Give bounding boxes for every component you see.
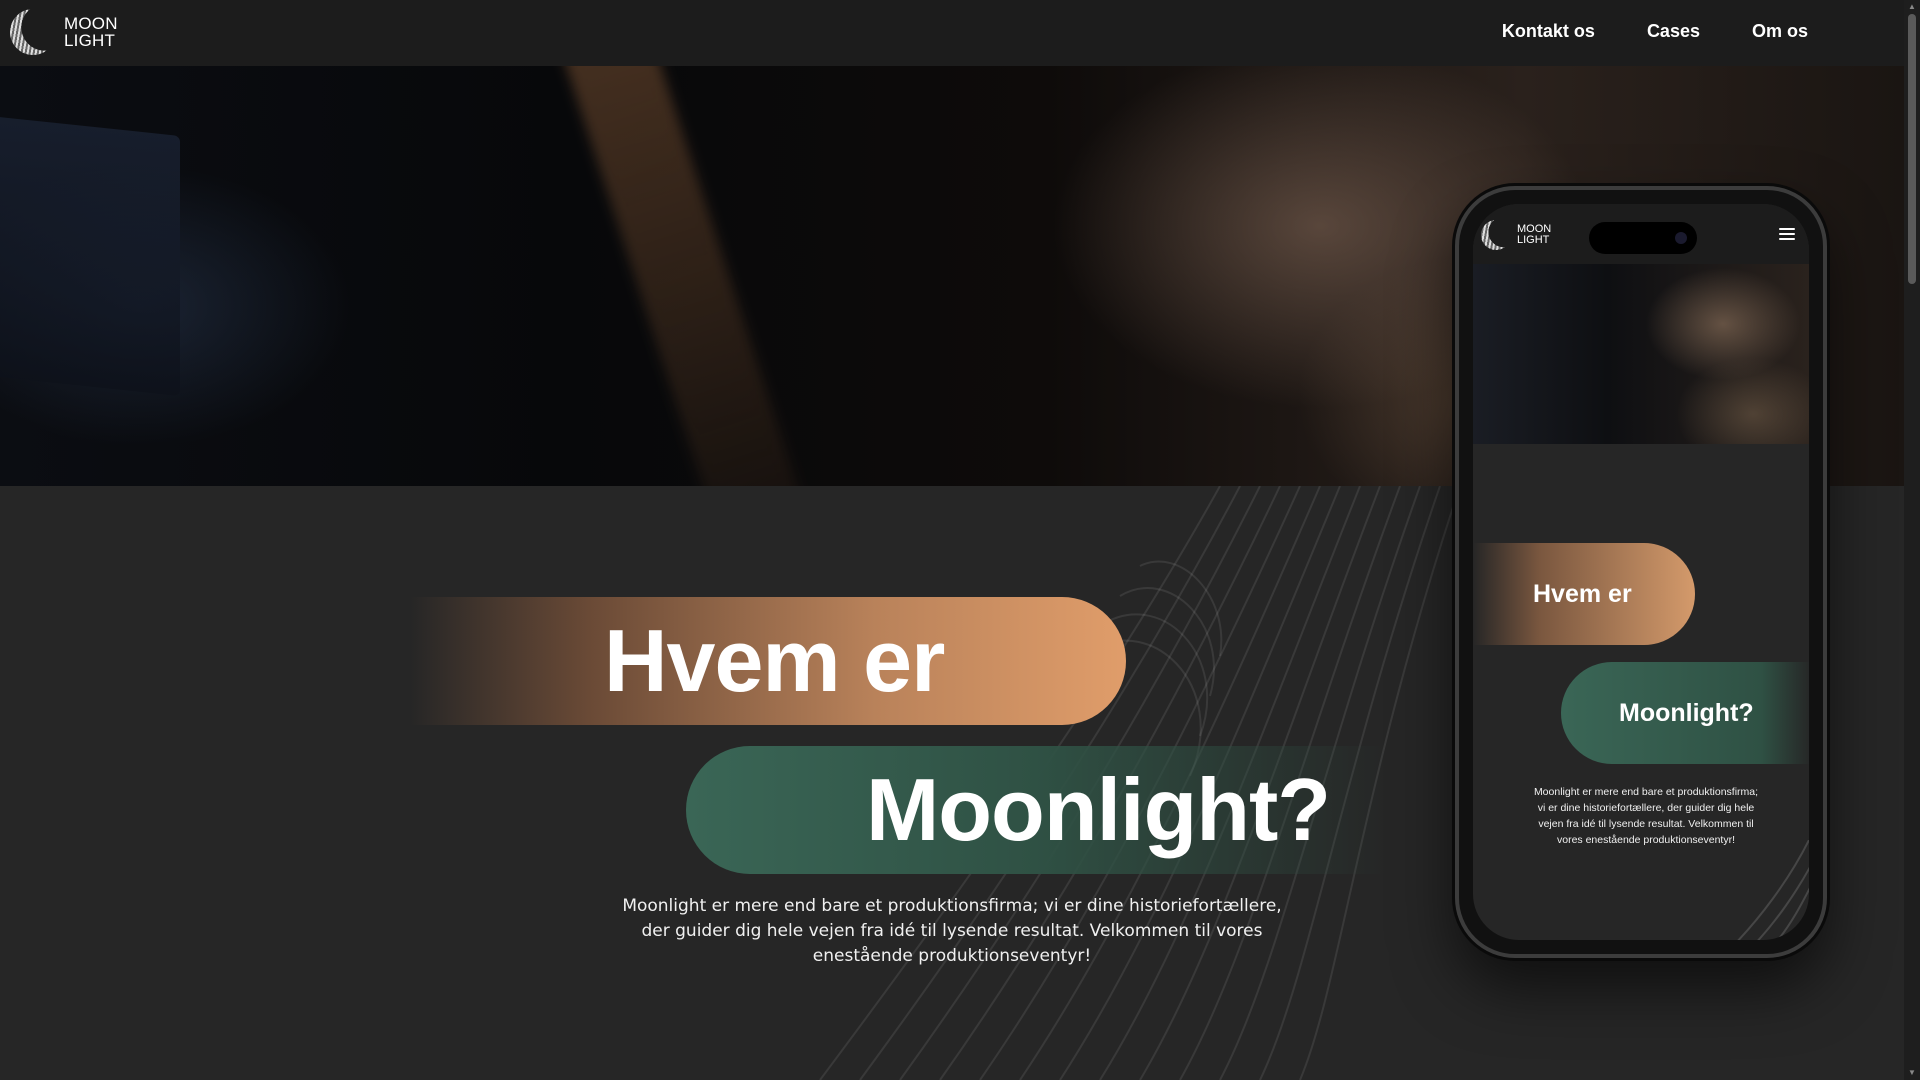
nav-links: Kontakt os Cases Om os — [1502, 21, 1808, 42]
phone-moon-logo-icon — [1481, 220, 1511, 250]
phone-logo-line-2: LIGHT — [1517, 234, 1550, 246]
nav-link-cases[interactable]: Cases — [1647, 21, 1700, 42]
hero-light-beam — [561, 66, 809, 486]
logo-text: MOON LIGHT — [64, 15, 118, 49]
headline-line-2: Moonlight? — [866, 760, 1331, 859]
phone-logo-text: MOON LIGHT — [1517, 224, 1551, 246]
scroll-thumb[interactable] — [1908, 14, 1916, 284]
top-nav: MOON LIGHT Kontakt os Cases Om os — [0, 0, 1904, 66]
hamburger-menu-icon — [1779, 228, 1795, 240]
headline-pill-green: Moonlight? — [686, 746, 1386, 874]
phone-hero-image — [1473, 264, 1809, 444]
hero-monitor-shape — [0, 116, 180, 396]
nav-link-om-os[interactable]: Om os — [1752, 21, 1808, 42]
phone-headline-pill-orange: Hvem er — [1473, 543, 1695, 645]
phone-screen: MOON LIGHT Hvem er Moonlight? Moonlight … — [1473, 204, 1809, 940]
phone-wave-decoration — [1737, 840, 1809, 940]
phone-headline-line-1: Hvem er — [1533, 579, 1632, 608]
page-scrollbar[interactable]: ▲ ▼ — [1904, 0, 1920, 1080]
headline-line-1: Hvem er — [604, 611, 945, 710]
phone-header: MOON LIGHT — [1473, 204, 1809, 264]
phone-headline-pill-green: Moonlight? — [1561, 662, 1809, 764]
camera-dot — [1675, 232, 1687, 244]
phone-headline-line-2: Moonlight? — [1619, 698, 1754, 727]
nav-link-kontakt[interactable]: Kontakt os — [1502, 21, 1595, 42]
logo-line-2: LIGHT — [64, 31, 116, 50]
phone-intro-text: Moonlight er mere end bare et produktion… — [1533, 786, 1759, 846]
dynamic-island — [1589, 222, 1697, 254]
scroll-down-arrow-icon[interactable]: ▼ — [1907, 1068, 1917, 1078]
intro-text: Moonlight er mere end bare et produktion… — [622, 896, 1282, 966]
phone-mockup: MOON LIGHT Hvem er Moonlight? Moonlight … — [1455, 186, 1827, 958]
headline-pill-orange: Hvem er — [410, 597, 1126, 725]
logo[interactable]: MOON LIGHT — [10, 9, 118, 55]
scroll-up-arrow-icon[interactable]: ▲ — [1907, 2, 1917, 12]
phone-logo: MOON LIGHT — [1481, 220, 1551, 250]
logo-line-1: MOON — [64, 14, 118, 33]
moon-logo-icon — [10, 9, 56, 55]
